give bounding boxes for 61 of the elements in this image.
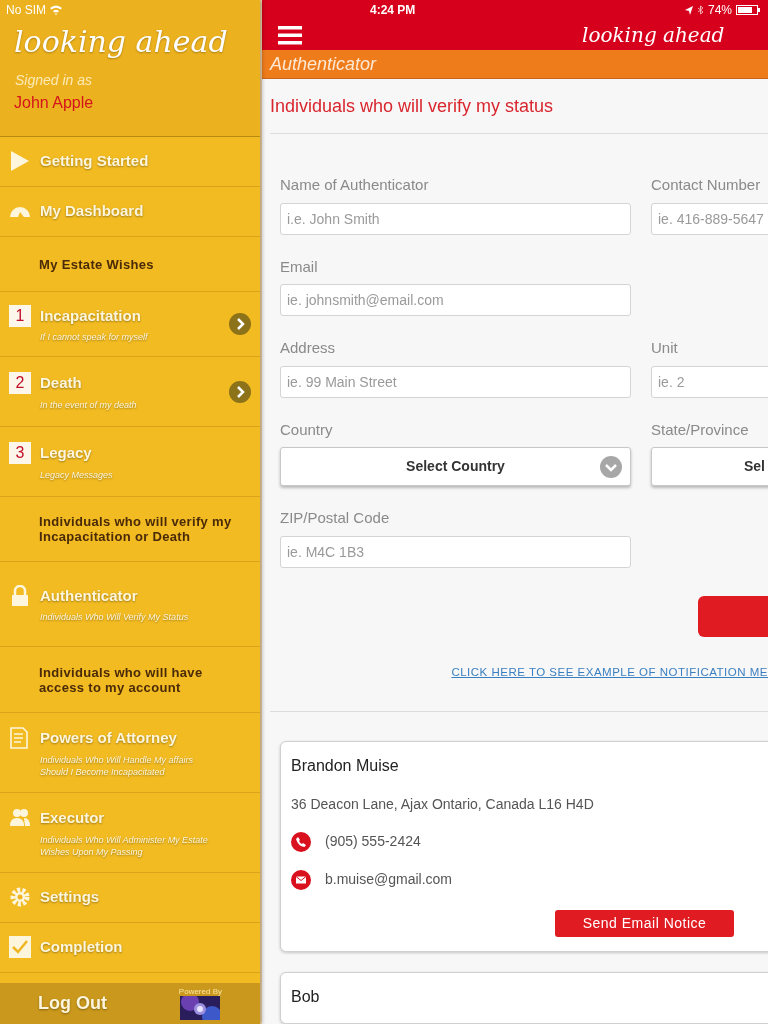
select-dropdown[interactable]: Sel [651,447,768,487]
section-heading: My Estate Wishes [38,256,154,272]
section-title: Authenticator [270,52,377,76]
page-heading: Individuals who will verify my status [270,94,555,118]
select-dropdown[interactable]: Select Country [280,447,631,487]
menu-item-title: My Dashboard [40,201,144,222]
menu-item[interactable]: 3 Legacy Legacy Messages [0,427,260,497]
field-label: ZIP/Postal Code [280,508,391,529]
field-label: Name of Authenticator [280,175,430,196]
menu-item[interactable]: 1 Incapacitation If I cannot speak for myself [0,292,260,357]
menu-item-title: Completion [40,937,123,958]
menu-item-title: Incapacitation [40,305,142,326]
input-field[interactable]: ie. 2 [651,365,768,398]
field-label: Unit [651,338,679,359]
powered-by-label: Powered By [178,987,222,996]
step-number: 1 [9,304,31,327]
user-name: John Apple [13,93,95,113]
input-field[interactable]: ie. 99 Main Street [280,365,631,398]
step-number: 2 [9,372,31,395]
menu-item-title: Death [40,373,83,394]
signed-in-label: Signed in as [14,71,94,90]
app-logo: looking ahead [13,23,229,61]
menu-item-subtitle: If I cannot speak for myself [40,331,150,344]
menu-item-title: Executor [40,808,106,829]
menu-item-subtitle: Individuals Who Will Handle My affairs Should I Become Incapacitated [40,753,194,778]
menu-item-title: Powers of Attorney [40,728,178,749]
contact-phone: (905) 555-2424 [325,832,421,851]
input-field[interactable]: ie. 416-889-5647 [651,202,768,235]
menu-item-subtitle: Individuals Who Will Verify My Status [40,611,190,624]
section-heading: Individuals who will verify my Incapacitation or Death [38,514,233,544]
menu-item-subtitle: In the event of my death [40,398,138,411]
notification-example-link[interactable]: CLICK HERE TO SEE EXAMPLE OF NOTIFICATION ME [451,663,768,681]
input-field[interactable]: ie. M4C 1B3 [280,535,631,568]
menu-item-title: Getting Started [40,151,149,172]
menu-item-title: Settings [40,887,100,908]
contact-name: Brandon Muise [291,756,400,776]
step-number: 3 [9,442,31,465]
carrier-label: No SIM [6,2,46,19]
contact-address: 36 Deacon Lane, Ajax Ontario, Canada L16 H4D [291,795,595,814]
field-label: State/Province [651,419,750,440]
field-label: Address [280,338,337,359]
contact-name: Bob [291,987,321,1007]
battery-percent: 74% [707,2,732,19]
logout-button[interactable]: Log Out [38,990,107,1017]
field-label: Contact Number [651,175,762,196]
header-logo: looking ahead [582,22,725,50]
clock: 4:24 PM [370,2,416,19]
menu-item-title: Authenticator [40,585,139,606]
section-heading: Individuals who will have access to my account [38,664,204,695]
menu-item-subtitle: Individuals Who Will Administer My Estate Wishes Upon My Passing [40,833,209,858]
field-label: Country [280,419,334,440]
send-email-button[interactable]: Send Email Notice [555,910,734,937]
menu-item-title: Legacy [40,443,93,464]
input-field[interactable]: ie. johnsmith@email.com [280,284,631,317]
contact-email: b.muise@gmail.com [325,870,453,889]
menu-item[interactable]: Settings [0,873,260,923]
menu-item[interactable]: Completion [0,923,260,973]
menu-item-subtitle: Legacy Messages [40,468,114,481]
input-field[interactable]: i.e. John Smith [280,202,631,235]
field-label: Email [280,256,319,277]
menu-item[interactable]: 2 Death In the event of my death [0,357,260,427]
